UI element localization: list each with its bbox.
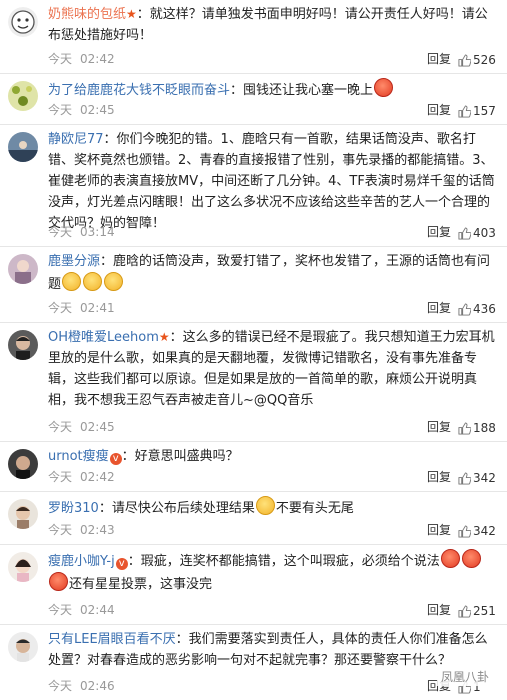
watermark: 凤凰八卦	[436, 667, 493, 686]
thumbs-up-icon[interactable]	[458, 54, 471, 67]
reply-button[interactable]: 回复	[427, 223, 451, 240]
smile-face-emoji-icon	[255, 496, 275, 515]
username-link[interactable]: 只有LEE眉眼百看不厌	[48, 632, 176, 647]
reply-button[interactable]: 回复	[427, 50, 451, 67]
angry-face-emoji-icon	[440, 549, 460, 568]
avatar[interactable]	[8, 499, 38, 529]
avatar[interactable]	[8, 81, 38, 111]
reply-button[interactable]: 回复	[427, 601, 451, 618]
avatar[interactable]	[8, 552, 38, 582]
timestamp: 今天 02:44	[48, 603, 115, 617]
like-count: 403	[473, 226, 496, 240]
like-count: 342	[473, 524, 496, 538]
avatar[interactable]	[8, 449, 38, 479]
username-link[interactable]: 为了给鹿鹿花大钱不眨眼而奋斗	[48, 83, 230, 98]
comment-text-block: 瘦鹿小咖Y-j v ：瑕疵，连奖杯都能搞错，这个叫瑕疵，必须给个说法还有星星投票，这…	[48, 549, 499, 595]
avatar[interactable]	[8, 132, 38, 162]
like-count: 251	[473, 604, 496, 618]
like-count: 188	[473, 421, 496, 435]
thumbs-up-icon[interactable]	[458, 472, 471, 485]
comment-text: 不要有头无尾	[275, 501, 354, 516]
annoyed-face-emoji-icon	[104, 272, 124, 291]
comment-list: 奶熊味的包纸★：就这样？请单独发书面申明好吗！请公开责任人好吗！请公布惩处措施好…	[0, 0, 507, 700]
avatar[interactable]	[8, 7, 38, 37]
comment-item: 奶熊味的包纸★：就这样？请单独发书面申明好吗！请公开责任人好吗！请公布惩处措施好…	[0, 0, 507, 74]
username-link[interactable]: 静欧尼77	[48, 132, 104, 147]
comment-text-block: 鹿墨分源：鹿晗的话筒没声，致爱打错了，奖杯也发错了，王源的话筒也有问题	[48, 251, 499, 295]
thumbs-up-icon[interactable]	[458, 605, 471, 618]
reply-button[interactable]: 回复	[427, 299, 451, 316]
avatar[interactable]	[8, 330, 38, 360]
comment-item: urnot瘦瘦 v ：好意思叫盛典吗？ 今天 02:42 回复 342	[0, 442, 507, 492]
reply-button[interactable]: 回复	[427, 418, 451, 435]
timestamp: 今天 02:45	[48, 103, 115, 117]
username-link[interactable]: 瘦鹿小咖Y-j	[48, 554, 115, 569]
comment-item: 瘦鹿小咖Y-j v ：瑕疵，连奖杯都能搞错，这个叫瑕疵，必须给个说法还有星星投票，这…	[0, 545, 507, 625]
angry-face-emoji-icon	[461, 549, 481, 568]
timestamp: 今天 03:14	[48, 225, 115, 239]
comment-text-block: 静欧尼77：你们今晚犯的错。1、鹿晗只有一首歌，结果话筒没声、歌名打错、奖杯竟然…	[48, 129, 499, 234]
reply-button[interactable]: 回复	[427, 521, 451, 538]
timestamp: 今天 02:46	[48, 679, 115, 693]
like-count: 157	[473, 104, 496, 118]
username-link[interactable]: 罗盼310	[48, 501, 99, 516]
comment-item: 为了给鹿鹿花大钱不眨眼而奋斗：囤钱还让我心塞一晚上 今天 02:45 回复 157	[0, 74, 507, 125]
comment-text-block: 只有LEE眉眼百看不厌：我们需要落实到责任人，具体的责任人你们准备怎么处置？对春…	[48, 629, 499, 671]
comment-text-block: OH橙唯爱Leehom★：这么多的错误已经不是瑕疵了。我只想知道王力宏耳机里放的…	[48, 327, 499, 411]
timestamp: 今天 02:43	[48, 523, 115, 537]
comment-item: 只有LEE眉眼百看不厌：我们需要落实到责任人，具体的责任人你们准备怎么处置？对春…	[0, 625, 507, 700]
like-count: 342	[473, 471, 496, 485]
star-icon: ★	[158, 330, 170, 344]
verified-badge-icon: v	[109, 453, 122, 465]
annoyed-face-emoji-icon	[62, 272, 82, 291]
thumbs-up-icon[interactable]	[458, 422, 471, 435]
thumbs-up-icon[interactable]	[458, 303, 471, 316]
username-link[interactable]: 奶熊味的包纸	[48, 7, 126, 22]
comment-text: 还有星星投票，这事没完	[69, 577, 213, 592]
like-count: 526	[473, 53, 496, 67]
comment-item: 鹿墨分源：鹿晗的话筒没声，致爱打错了，奖杯也发错了，王源的话筒也有问题 今天 02…	[0, 247, 507, 323]
angry-face-emoji-icon	[374, 78, 394, 97]
reply-button[interactable]: 回复	[427, 101, 451, 118]
comment-text: ：好意思叫盛典吗？	[121, 449, 239, 464]
thumbs-up-icon[interactable]	[458, 227, 471, 240]
thumbs-up-icon[interactable]	[458, 525, 471, 538]
comment-text-block: 奶熊味的包纸★：就这样？请单独发书面申明好吗！请公开责任人好吗！请公布惩处措施好…	[48, 4, 499, 46]
comment-text-block: urnot瘦瘦 v ：好意思叫盛典吗？	[48, 446, 499, 467]
verified-badge-icon: v	[115, 558, 128, 570]
comment-text-block: 罗盼310：请尽快公布后续处理结果 不要有头无尾	[48, 496, 499, 519]
avatar[interactable]	[8, 632, 38, 662]
thumbs-up-icon[interactable]	[458, 105, 471, 118]
comment-text-block: 为了给鹿鹿花大钱不眨眼而奋斗：囤钱还让我心塞一晚上	[48, 78, 499, 101]
like-count: 436	[473, 302, 496, 316]
timestamp: 今天 02:42	[48, 52, 115, 66]
comment-text: ：你们今晚犯的错。1、鹿晗只有一首歌，结果话筒没声、歌名打错、奖杯竟然也颁错。2…	[48, 132, 495, 231]
comment-text: ：囤钱还让我心塞一晚上	[230, 83, 374, 98]
timestamp: 今天 02:45	[48, 420, 115, 434]
comment-text: ：请尽快公布后续处理结果	[98, 501, 255, 516]
avatar[interactable]	[8, 254, 38, 284]
username-link[interactable]: urnot瘦瘦	[48, 449, 109, 464]
comment-item: 罗盼310：请尽快公布后续处理结果 不要有头无尾 今天 02:43 回复 342	[0, 492, 507, 545]
username-link[interactable]: 鹿墨分源	[48, 254, 100, 269]
star-icon: ★	[126, 7, 137, 21]
annoyed-face-emoji-icon	[83, 272, 103, 291]
comment-item: OH橙唯爱Leehom★：这么多的错误已经不是瑕疵了。我只想知道王力宏耳机里放的…	[0, 323, 507, 442]
comment-text: ：瑕疵，连奖杯都能搞错，这个叫瑕疵，必须给个说法	[127, 554, 440, 569]
username-link[interactable]: OH橙唯爱Leehom	[48, 330, 159, 345]
comment-item: 静欧尼77：你们今晚犯的错。1、鹿晗只有一首歌，结果话筒没声、歌名打错、奖杯竟然…	[0, 125, 507, 247]
angry-face-emoji-icon	[49, 572, 68, 591]
timestamp: 今天 02:41	[48, 301, 115, 315]
timestamp: 今天 02:42	[48, 470, 115, 484]
reply-button[interactable]: 回复	[427, 468, 451, 485]
